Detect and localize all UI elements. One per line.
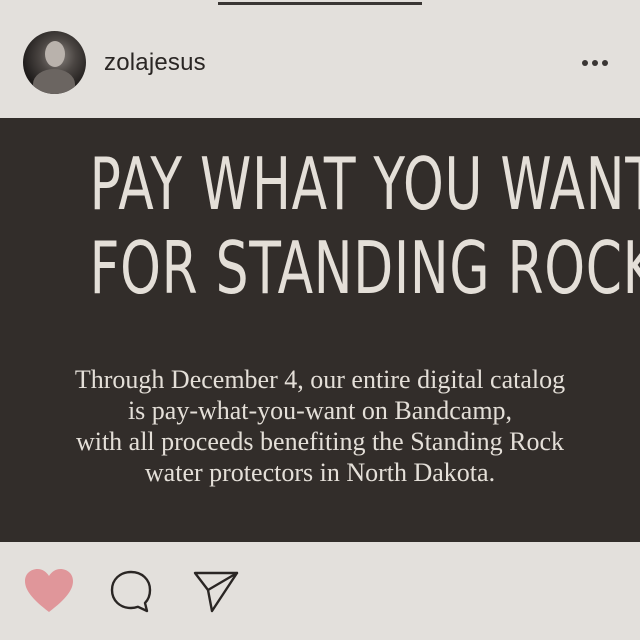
avatar[interactable] [23,31,86,94]
more-dot-icon [592,60,598,66]
send-icon [193,571,239,613]
body-line-4: water protectors in North Dakota. [144,458,496,487]
avatar-face [45,41,65,67]
share-button[interactable] [192,568,240,614]
post-body-text: Through December 4, our entire digital c… [0,364,640,488]
comment-button[interactable] [108,569,154,615]
more-dot-icon [582,60,588,66]
post-image[interactable]: PAY WHAT YOU WANT FOR STANDING ROCK Thro… [0,118,640,542]
like-button[interactable] [24,568,74,614]
post-header: zolajesus [0,0,640,118]
body-line-3: with all proceeds benefiting the Standin… [75,427,565,456]
more-dot-icon [602,60,608,66]
more-options-button[interactable] [575,50,615,76]
comment-icon [110,570,152,613]
body-line-1: Through December 4, our entire digital c… [74,365,566,394]
post-headline: PAY WHAT YOU WANT FOR STANDING ROCK [89,142,640,310]
headline-line-1: PAY WHAT YOU WANT [89,142,640,226]
action-bar [0,542,640,640]
body-line-2: is pay-what-you-want on Bandcamp, [127,396,513,425]
username[interactable]: zolajesus [104,49,206,77]
headline-line-2: FOR STANDING ROCK [89,226,640,310]
heart-icon [25,569,73,612]
avatar-shoulder [33,69,75,94]
